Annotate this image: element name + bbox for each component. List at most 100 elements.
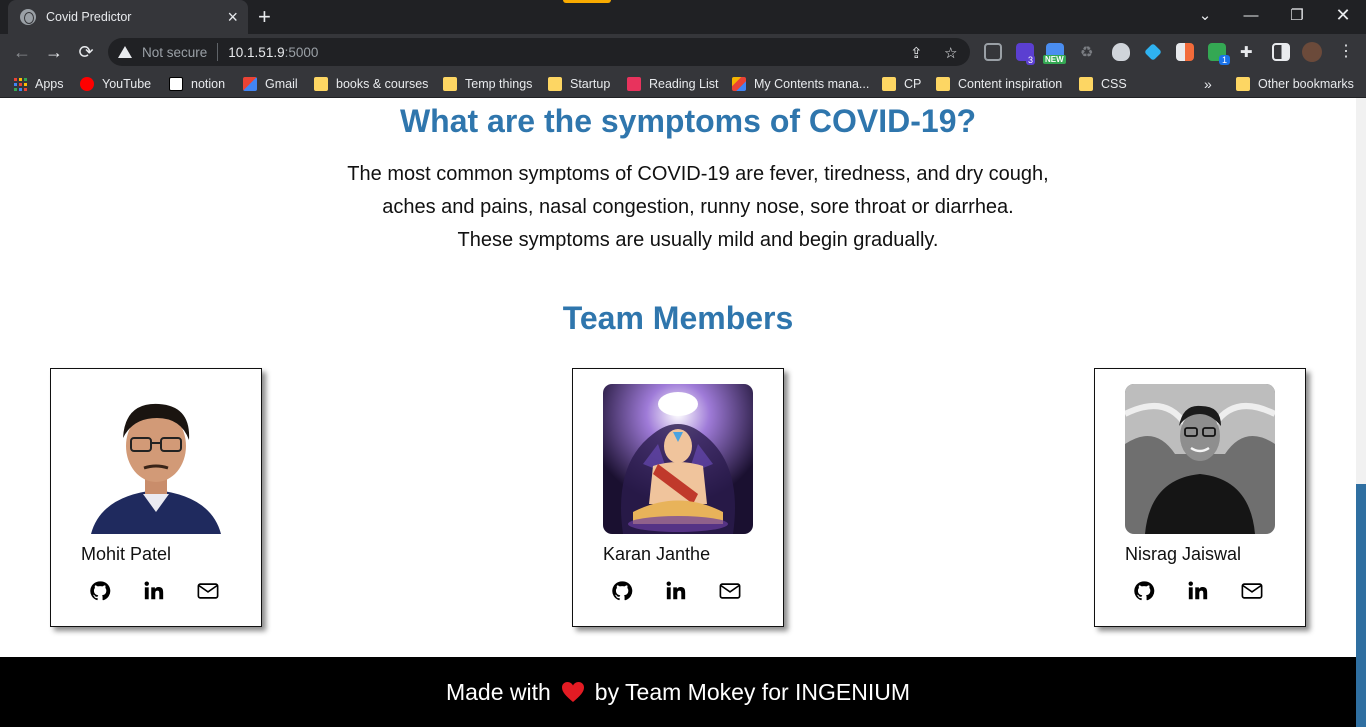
email-icon[interactable] [1241, 580, 1263, 602]
extensions-puzzle-icon[interactable]: ✚ [1240, 43, 1253, 61]
bookmark-cp[interactable]: CP [882, 70, 921, 98]
bookmark-label: Apps [35, 77, 64, 91]
side-panel-icon[interactable] [1272, 43, 1290, 61]
bookmark-content-inspiration[interactable]: Content inspiration [936, 70, 1062, 98]
url-port: :5000 [284, 44, 319, 60]
bookmark-label: Temp things [465, 77, 533, 91]
omnibox-divider [217, 43, 219, 61]
reading-mode-icon[interactable] [984, 43, 1002, 61]
reload-icon[interactable]: ⟳ [72, 38, 100, 66]
bookmark-label: CP [904, 77, 922, 91]
gmail-icon [243, 77, 257, 91]
minimize-button[interactable]: — [1228, 0, 1274, 30]
youtube-icon [80, 77, 94, 91]
member-social-links [89, 580, 219, 602]
member-photo-portrait [81, 384, 231, 534]
member-photo-karan [603, 384, 753, 534]
member-photo-avatar-art [603, 384, 753, 534]
recycle-icon[interactable]: ♻ [1080, 43, 1093, 61]
tab-title: Covid Predictor [46, 10, 132, 24]
bookmark-site-icon [732, 77, 746, 91]
bookmark-label: CSS [1101, 77, 1127, 91]
menu-kebab-icon[interactable]: ⋮ [1338, 41, 1354, 61]
folder-icon [1079, 77, 1093, 91]
github-icon[interactable] [611, 580, 633, 602]
extension-badge: 3 [1026, 55, 1036, 65]
bookmark-label: books & courses [336, 77, 429, 91]
tab-group-marker [563, 0, 611, 3]
footer-text-after: by Team Mokey for INGENIUM [594, 678, 911, 705]
bookmark-label: Reading List [649, 77, 719, 91]
bookmark-css[interactable]: CSS [1079, 70, 1127, 98]
bookmark-label: YouTube [102, 77, 152, 91]
bookmark-notion[interactable]: notion [169, 70, 225, 98]
bookmark-youtube[interactable]: YouTube [80, 70, 151, 98]
linkedin-icon[interactable] [665, 580, 687, 602]
page-viewport: What are the symptoms of COVID-19? The m… [0, 98, 1356, 727]
folder-icon [1236, 77, 1250, 91]
team-heading: Team Members [562, 300, 794, 336]
bookmark-temp-things[interactable]: Temp things [443, 70, 532, 98]
tab-covid-predictor[interactable]: Covid Predictor × [8, 0, 248, 34]
close-tab-icon[interactable]: × [227, 8, 238, 26]
bookmark-my-contents[interactable]: My Contents mana... [732, 70, 869, 98]
address-bar[interactable]: Not secure 10.1.51.9:5000 ⇪ ☆ [108, 38, 970, 66]
forward-icon[interactable]: → [40, 38, 68, 66]
member-photo-portrait [1125, 384, 1275, 534]
bookmark-label: Other bookmarks [1258, 77, 1354, 91]
apps-grid-icon [14, 77, 27, 91]
close-window-button[interactable]: ✕ [1320, 0, 1366, 30]
member-name: Nisrag Jaiswal [1125, 544, 1242, 564]
bookmarks-bar: Apps YouTube notion Gmail books & course… [0, 70, 1366, 98]
bookmark-other-bookmarks[interactable]: Other bookmarks [1236, 70, 1354, 98]
member-photo-mohit [81, 384, 231, 534]
folder-icon [882, 77, 896, 91]
folder-icon [936, 77, 950, 91]
tab-strip: Covid Predictor × + ⌄ — ❐ ✕ [0, 0, 1366, 34]
restore-button[interactable]: ❐ [1274, 0, 1320, 30]
bookmark-books-courses[interactable]: books & courses [314, 70, 428, 98]
extension-new-badge: NEW [1043, 55, 1066, 64]
symptoms-line: These symptoms are usually mild and begi… [457, 229, 939, 251]
github-icon[interactable] [1133, 580, 1155, 602]
security-label: Not secure [142, 44, 208, 60]
new-tab-button[interactable]: + [258, 4, 271, 30]
bookmark-startup[interactable]: Startup [548, 70, 610, 98]
notion-icon [169, 77, 183, 91]
scrollbar-thumb[interactable] [1356, 484, 1366, 727]
warning-icon [118, 46, 132, 58]
shield-icon[interactable] [1112, 43, 1130, 61]
email-icon[interactable] [197, 580, 219, 602]
email-icon[interactable] [719, 580, 741, 602]
tab-search-icon[interactable]: ⌄ [1182, 0, 1228, 30]
globe-icon [20, 9, 36, 25]
team-member-card: Karan Janthe [572, 368, 784, 627]
member-photo-nisrag [1125, 384, 1275, 534]
folder-icon [443, 77, 457, 91]
linkedin-icon[interactable] [1187, 580, 1209, 602]
github-icon[interactable] [89, 580, 111, 602]
page-footer: Made with by Team Mokey for INGENIUM [0, 657, 1356, 727]
share-icon[interactable]: ⇪ [910, 44, 923, 62]
extension-arrow-icon[interactable] [1176, 43, 1194, 61]
member-name: Karan Janthe [603, 544, 711, 564]
symptoms-line: The most common symptoms of COVID-19 are… [347, 163, 1049, 185]
linkedin-icon[interactable] [143, 580, 165, 602]
footer-text-before: Made with [445, 678, 551, 705]
bookmark-reading-list[interactable]: Reading List [627, 70, 719, 98]
symptoms-heading: What are the symptoms of COVID-19? [399, 103, 977, 139]
bookmark-label: Content inspiration [958, 77, 1063, 91]
folder-icon [548, 77, 562, 91]
profile-avatar[interactable] [1302, 42, 1322, 62]
bookmark-gmail[interactable]: Gmail [243, 70, 298, 98]
bookmark-apps[interactable]: Apps [14, 70, 64, 98]
symptoms-line: aches and pains, nasal congestion, runny… [382, 196, 1014, 218]
bookmark-label: Startup [570, 77, 611, 91]
bookmark-star-icon[interactable]: ☆ [944, 44, 957, 62]
member-social-links [611, 580, 741, 602]
back-icon[interactable]: ← [8, 38, 36, 66]
bookmarks-overflow-chevron[interactable]: » [1204, 70, 1212, 98]
member-name: Mohit Patel [81, 544, 172, 564]
gem-icon[interactable] [1144, 43, 1162, 61]
member-social-links [1133, 580, 1263, 602]
